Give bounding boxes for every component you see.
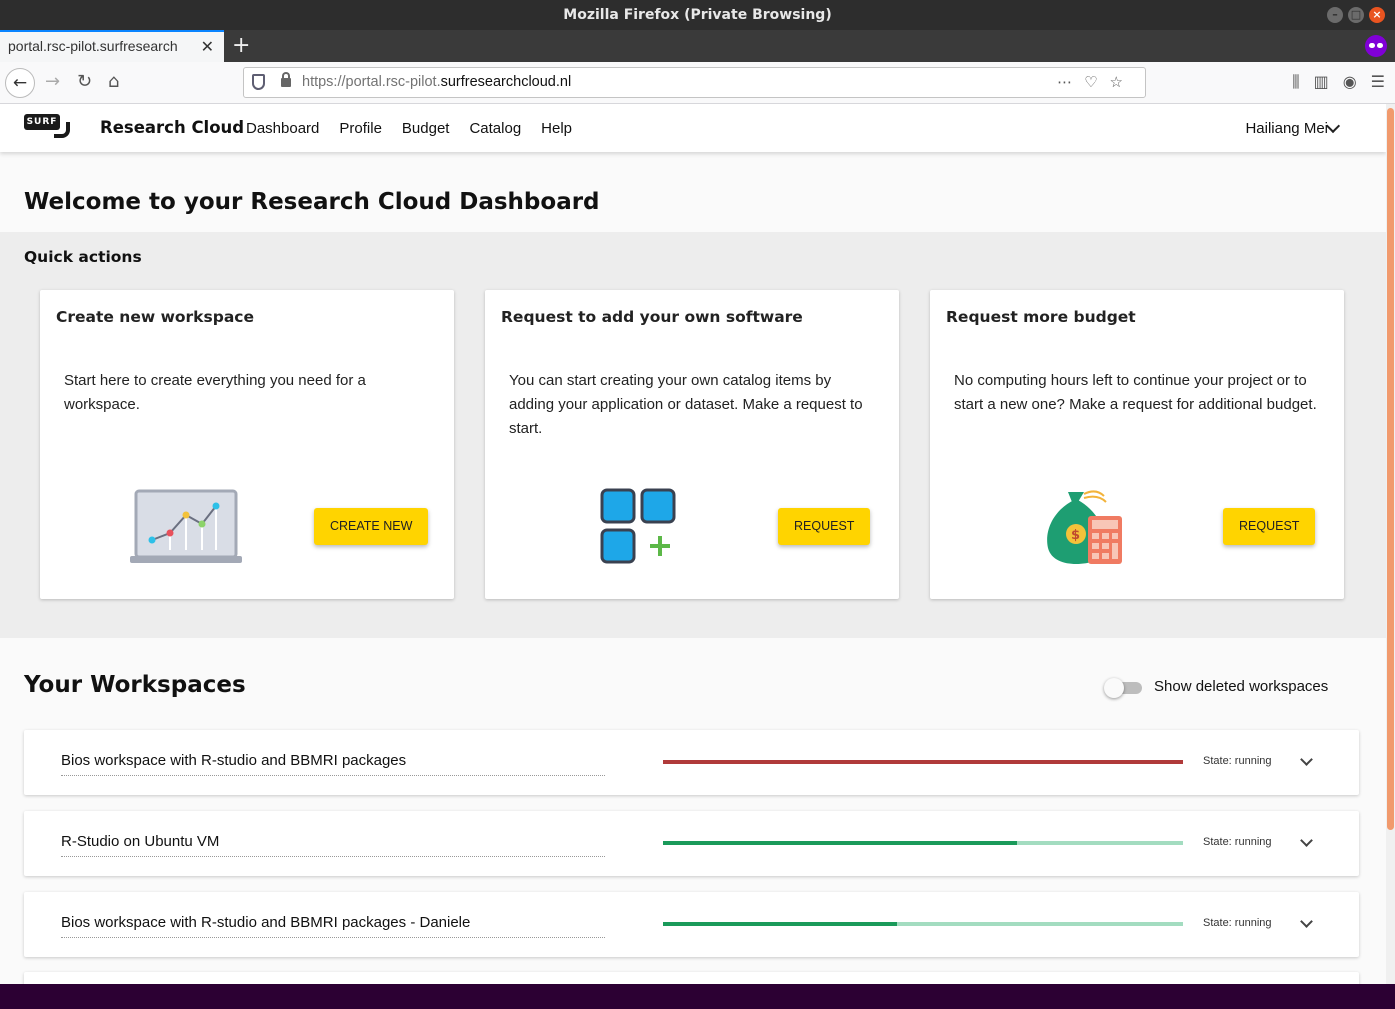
hamburger-menu-icon[interactable]: ☰: [1371, 72, 1385, 92]
workspace-name[interactable]: Bios workspace with R-studio and BBMRI p…: [61, 914, 605, 938]
maximize-button[interactable]: □: [1348, 7, 1364, 23]
menu-profile[interactable]: Profile: [339, 120, 382, 137]
home-icon[interactable]: ⌂: [108, 71, 119, 92]
card-text: No computing hours left to continue your…: [954, 372, 1317, 413]
close-tab-icon[interactable]: ✕: [201, 37, 214, 57]
url-text[interactable]: https://portal.rsc-pilot.surfresearchclo…: [302, 74, 571, 90]
sidebar-icon[interactable]: ▥: [1314, 72, 1329, 92]
card-title: Request to add your own software: [501, 308, 803, 326]
workspace-progress-bar: [663, 841, 1183, 845]
tab-bar: portal.rsc-pilot.surfresearch ✕ +: [0, 30, 1395, 62]
expand-chevron-down-icon[interactable]: [1300, 753, 1313, 766]
surf-logo[interactable]: SURF: [24, 114, 74, 140]
quick-actions-title: Quick actions: [24, 248, 142, 266]
forward-icon[interactable]: →: [45, 71, 60, 92]
minimize-button[interactable]: –: [1327, 7, 1343, 23]
window-titlebar: Mozilla Firefox (Private Browsing) – □ ×: [0, 0, 1395, 30]
workspace-progress-bar: [663, 760, 1183, 764]
card-text: You can start creating your own catalog …: [509, 372, 863, 437]
tab-title: portal.rsc-pilot.surfresearch: [8, 38, 178, 54]
workspace-row[interactable]: Bios workspace with R-studio and BBMRI p…: [24, 730, 1359, 795]
app-header: SURF Research Cloud Dashboard Profile Bu…: [0, 104, 1386, 152]
create-new-button[interactable]: CREATE NEW: [314, 508, 429, 545]
page-title: Welcome to your Research Cloud Dashboard: [24, 189, 600, 215]
reload-icon[interactable]: ↻: [77, 71, 92, 92]
card-text: Start here to create everything you need…: [64, 372, 366, 413]
workspace-row-partial[interactable]: [24, 972, 1359, 984]
money-bag-calculator-icon: $: [1047, 490, 1122, 564]
progress-fill: [663, 841, 1017, 845]
toolbar-right: ⫼ ▥ ◉ ☰: [1292, 72, 1385, 92]
page-actions: ⋯♡☆: [1057, 73, 1135, 91]
workspace-name[interactable]: Bios workspace with R-studio and BBMRI p…: [61, 752, 605, 776]
web-page: SURF Research Cloud Dashboard Profile Bu…: [0, 104, 1386, 984]
tracking-shield-icon[interactable]: [252, 74, 265, 90]
brand-title[interactable]: Research Cloud: [100, 118, 244, 137]
account-icon[interactable]: ◉: [1343, 72, 1357, 92]
request-software-card: Request to add your own software You can…: [485, 290, 899, 599]
card-title: Request more budget: [946, 308, 1136, 326]
window-title: Mozilla Firefox (Private Browsing): [563, 7, 832, 23]
laptop-chart-icon: [130, 489, 242, 563]
main-menu: Dashboard Profile Budget Catalog Help: [246, 120, 572, 137]
card-title: Create new workspace: [56, 308, 254, 326]
expand-chevron-down-icon[interactable]: [1300, 834, 1313, 847]
workspace-state: State: running: [1203, 917, 1272, 929]
user-name[interactable]: Hailiang Mei: [1245, 120, 1328, 137]
expand-chevron-down-icon[interactable]: [1300, 915, 1313, 928]
lock-icon[interactable]: [281, 72, 291, 87]
menu-dashboard[interactable]: Dashboard: [246, 120, 319, 137]
show-deleted-label[interactable]: Show deleted workspaces: [1154, 678, 1328, 695]
request-software-button[interactable]: REQUEST: [778, 508, 871, 545]
apps-add-icon: [600, 488, 676, 564]
window-controls: – □ ×: [1327, 7, 1385, 23]
workspace-row[interactable]: R-Studio on Ubuntu VM State: running: [24, 811, 1359, 876]
scrollbar-thumb[interactable]: [1387, 108, 1394, 830]
desktop-taskbar: [0, 984, 1395, 1009]
new-tab-icon[interactable]: +: [232, 33, 250, 58]
workspaces-title: Your Workspaces: [24, 672, 246, 698]
workspace-name[interactable]: R-Studio on Ubuntu VM: [61, 833, 605, 857]
request-budget-card: Request more budget No computing hours l…: [930, 290, 1344, 599]
pocket-icon[interactable]: ♡: [1084, 73, 1109, 91]
private-browsing-icon: [1365, 35, 1387, 57]
library-icon[interactable]: ⫼: [1292, 72, 1299, 92]
page-scrollbar[interactable]: [1386, 104, 1395, 984]
workspace-progress-bar: [663, 922, 1183, 926]
quick-actions-section: Quick actions Create new workspace Start…: [0, 232, 1386, 638]
progress-fill: [663, 922, 897, 926]
menu-budget[interactable]: Budget: [402, 120, 450, 137]
bookmark-star-icon[interactable]: ☆: [1110, 73, 1135, 91]
workspace-state: State: running: [1203, 755, 1272, 767]
browser-tab[interactable]: portal.rsc-pilot.surfresearch ✕: [0, 30, 224, 62]
user-chevron-down-icon[interactable]: [1325, 118, 1341, 134]
menu-catalog[interactable]: Catalog: [469, 120, 521, 137]
more-actions-icon[interactable]: ⋯: [1057, 73, 1084, 91]
workspace-row[interactable]: Bios workspace with R-studio and BBMRI p…: [24, 892, 1359, 957]
close-window-button[interactable]: ×: [1369, 7, 1385, 23]
logo-tail: [54, 122, 70, 138]
show-deleted-toggle[interactable]: [1104, 678, 1142, 698]
request-budget-button[interactable]: REQUEST: [1223, 508, 1316, 545]
toggle-knob: [1104, 678, 1124, 698]
svg-text:$: $: [1071, 528, 1080, 543]
back-icon[interactable]: ←: [5, 68, 35, 98]
workspace-state: State: running: [1203, 836, 1272, 848]
create-workspace-card: Create new workspace Start here to creat…: [40, 290, 454, 599]
menu-help[interactable]: Help: [541, 120, 572, 137]
navigation-toolbar: ← → ↻ ⌂ https://portal.rsc-pilot.surfres…: [0, 62, 1395, 104]
url-bar[interactable]: https://portal.rsc-pilot.surfresearchclo…: [243, 67, 1146, 98]
